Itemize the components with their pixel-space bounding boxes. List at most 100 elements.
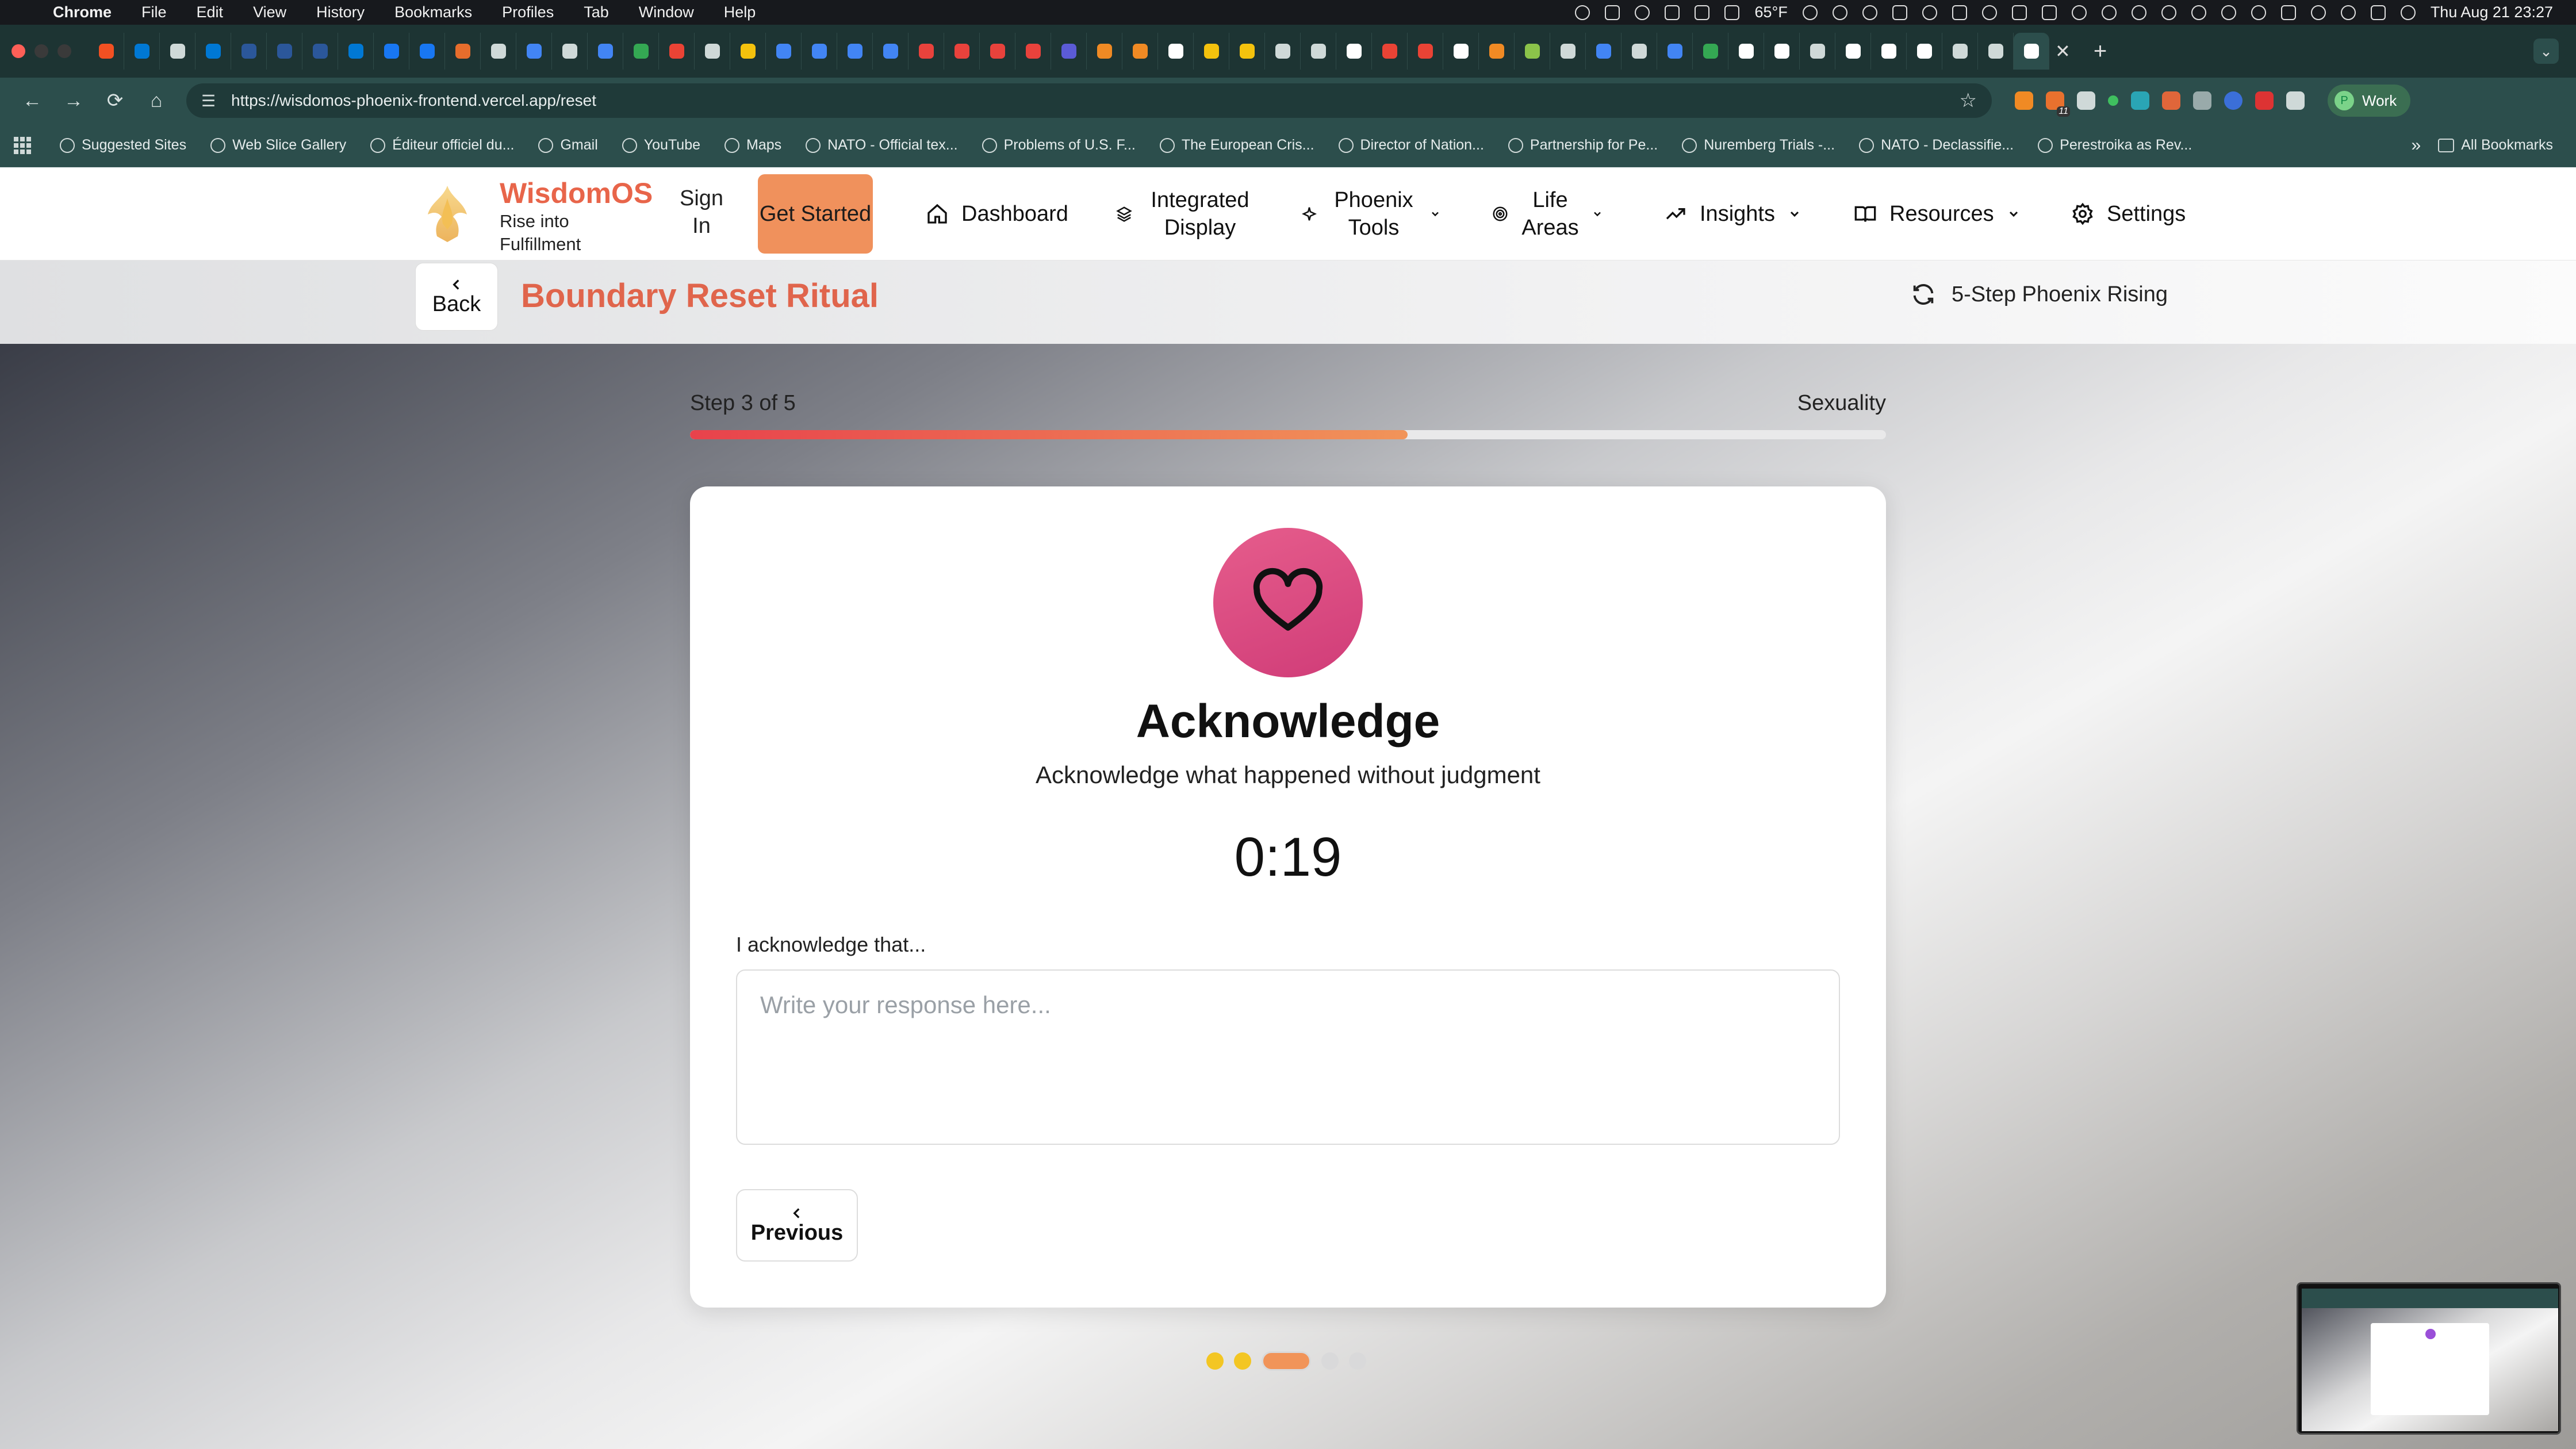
close-window-button[interactable] [12, 44, 25, 58]
tab-favicon[interactable] [267, 33, 302, 70]
bookmark-item[interactable]: Web Slice Gallery [210, 137, 346, 154]
tab-favicon[interactable] [1158, 33, 1194, 70]
tab-favicon[interactable] [1621, 33, 1657, 70]
extension-icon[interactable] [2162, 91, 2180, 110]
wifi-icon[interactable] [2310, 5, 2326, 20]
menu-window[interactable]: Window [639, 3, 694, 21]
step-dot-upcoming[interactable] [1321, 1352, 1339, 1370]
tab-favicon[interactable] [1871, 33, 1907, 70]
reload-icon[interactable]: ⟳ [94, 89, 136, 112]
back-nav-icon[interactable]: ← [12, 90, 53, 112]
ritual-mode-toggle[interactable]: 5-Step Phoenix Rising [1910, 281, 2168, 308]
tab-favicon[interactable] [1265, 33, 1301, 70]
tab-favicon[interactable] [908, 33, 944, 70]
bookmark-item[interactable]: NATO - Official tex... [806, 137, 958, 154]
address-bar[interactable]: ☰ https://wisdomos-phoenix-frontend.verc… [186, 83, 1992, 118]
tab-favicon[interactable] [124, 33, 160, 70]
extension-icon[interactable] [2224, 91, 2242, 110]
close-tab-icon[interactable]: ✕ [2055, 40, 2071, 62]
more-bookmarks-icon[interactable]: » [2412, 136, 2421, 155]
status-icon[interactable] [1575, 5, 1590, 20]
status-icon[interactable] [1665, 5, 1680, 20]
tab-favicon[interactable] [195, 33, 231, 70]
bookmark-item[interactable]: Problems of U.S. F... [982, 137, 1136, 154]
menu-file[interactable]: File [141, 3, 167, 21]
tab-favicon[interactable] [1942, 33, 1978, 70]
extension-icon[interactable] [2015, 91, 2033, 110]
screen-thumbnail[interactable] [2297, 1282, 2561, 1435]
extension-icon[interactable] [2108, 95, 2118, 106]
bookmark-item[interactable]: The European Cris... [1159, 137, 1314, 154]
minimize-window-button[interactable] [34, 44, 48, 58]
menubar-app-name[interactable]: Chrome [53, 3, 112, 21]
tab-favicon[interactable] [588, 33, 623, 70]
extension-icon[interactable] [2193, 91, 2211, 110]
tab-favicon[interactable] [1408, 33, 1443, 70]
tab-favicon[interactable] [1301, 33, 1336, 70]
tab-favicon[interactable] [374, 33, 409, 70]
nav-integrated-display[interactable]: Integrated Display [1116, 167, 1255, 260]
status-icon[interactable] [1952, 5, 1967, 20]
tab-favicon[interactable] [730, 33, 766, 70]
tab-favicon[interactable] [1479, 33, 1515, 70]
tab-favicon[interactable] [980, 33, 1015, 70]
bluetooth-icon[interactable] [2131, 5, 2146, 20]
tab-favicon[interactable] [659, 33, 695, 70]
tab-favicon[interactable] [1087, 33, 1122, 70]
weather-status[interactable]: 65°F [1754, 3, 1787, 21]
response-textarea[interactable] [736, 969, 1840, 1145]
menu-bookmarks[interactable]: Bookmarks [394, 3, 472, 21]
tab-favicon[interactable] [1907, 33, 1942, 70]
tab-favicon[interactable] [837, 33, 873, 70]
tab-favicon[interactable] [231, 33, 267, 70]
step-dot-complete[interactable] [1234, 1352, 1251, 1370]
new-tab-button[interactable]: + [2094, 39, 2107, 64]
menu-edit[interactable]: Edit [197, 3, 224, 21]
bookmark-item[interactable]: Éditeur officiel du... [370, 137, 514, 154]
tab-search-button[interactable]: ⌄ [2533, 39, 2559, 64]
phoenix-logo[interactable] [420, 181, 475, 247]
all-bookmarks[interactable]: All Bookmarks [2438, 137, 2553, 154]
bookmark-item[interactable]: Nuremberg Trials -... [1682, 137, 1835, 154]
previous-button[interactable]: Previous [736, 1189, 858, 1262]
address-url[interactable]: https://wisdomos-phoenix-frontend.vercel… [231, 91, 596, 110]
zoom-window-button[interactable] [57, 44, 71, 58]
bookmark-item[interactable]: Perestroika as Rev... [2038, 137, 2192, 154]
tab-favicon[interactable] [481, 33, 516, 70]
tab-favicon[interactable] [409, 33, 445, 70]
tab-favicon[interactable] [1336, 33, 1372, 70]
bookmark-item[interactable]: Director of Nation... [1338, 137, 1484, 154]
extension-icon[interactable]: 11 [2046, 91, 2070, 117]
tab-favicon[interactable] [1194, 33, 1229, 70]
status-icon[interactable] [1981, 5, 1997, 20]
status-icon[interactable] [2101, 5, 2117, 20]
user-icon[interactable] [2221, 5, 2236, 20]
tab-favicon[interactable] [623, 33, 659, 70]
tab-favicon[interactable] [1657, 33, 1693, 70]
tab-favicon[interactable] [552, 33, 588, 70]
puzzle-icon[interactable] [2286, 91, 2305, 110]
tab-favicon[interactable] [1051, 33, 1087, 70]
status-icon[interactable] [1862, 5, 1877, 20]
tab-favicon[interactable] [302, 33, 338, 70]
tab-favicon[interactable] [802, 33, 837, 70]
tab-favicon[interactable] [160, 33, 195, 70]
status-icon[interactable] [1832, 5, 1847, 20]
tab-favicon[interactable] [1515, 33, 1550, 70]
tab-favicon[interactable] [1229, 33, 1265, 70]
control-center-icon[interactable] [2370, 5, 2386, 20]
tab-favicon[interactable] [766, 33, 802, 70]
display-icon[interactable] [2041, 5, 2057, 20]
tab-favicon[interactable] [1835, 33, 1871, 70]
menu-help[interactable]: Help [724, 3, 756, 21]
bookmark-item[interactable]: Gmail [538, 137, 598, 154]
forward-nav-icon[interactable]: → [53, 90, 94, 112]
menu-profiles[interactable]: Profiles [502, 3, 554, 21]
profile-button[interactable]: P Work [2328, 85, 2411, 117]
step-dot-upcoming[interactable] [1349, 1352, 1366, 1370]
tab-favicon[interactable] [1586, 33, 1621, 70]
menu-tab[interactable]: Tab [584, 3, 609, 21]
nav-insights[interactable]: Insights [1664, 167, 1801, 260]
status-icon[interactable] [2011, 5, 2027, 20]
tab-favicon[interactable] [695, 33, 730, 70]
